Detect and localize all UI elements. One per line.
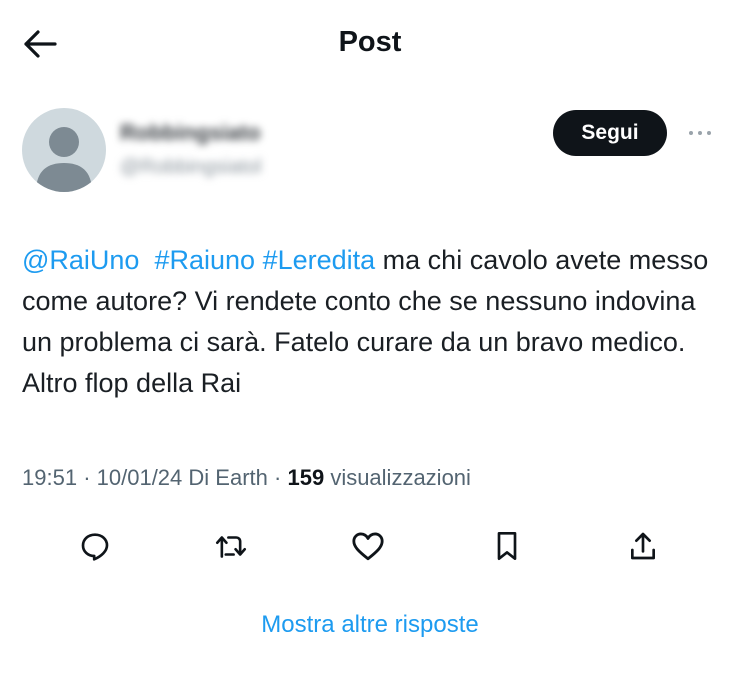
reply-icon: [81, 533, 109, 561]
avatar[interactable]: [22, 108, 106, 192]
tweet-meta: 19:51 · 10/01/24 Di Earth · 159 visualiz…: [22, 465, 471, 491]
more-horizontal-icon: [689, 131, 693, 135]
like-icon: [352, 532, 384, 561]
like-button[interactable]: [344, 522, 392, 570]
mention-link[interactable]: @RaiUno: [22, 245, 139, 275]
views-label[interactable]: visualizzazioni: [330, 465, 471, 490]
share-button[interactable]: [619, 522, 667, 570]
tweet-date[interactable]: 10/01/24: [97, 465, 183, 490]
reply-button[interactable]: [71, 522, 119, 570]
bookmark-button[interactable]: [483, 522, 531, 570]
author-info[interactable]: Robbingsiato @Robbingsiatol: [120, 118, 420, 188]
author-name: Robbingsiato: [120, 120, 261, 145]
hashtag-link[interactable]: #Raiuno: [154, 245, 255, 275]
meta-separator: ·: [83, 465, 91, 490]
default-avatar-icon: [36, 127, 92, 192]
tweet-source: Di Earth: [188, 465, 268, 490]
share-icon: [631, 532, 656, 560]
more-options-button[interactable]: [680, 116, 720, 150]
meta-separator: ·: [274, 465, 282, 490]
hashtag-link[interactable]: #Leredita: [263, 245, 376, 275]
top-bar: Post: [0, 0, 740, 90]
page-title: Post: [338, 26, 402, 58]
more-horizontal-icon: [707, 131, 711, 135]
follow-button[interactable]: Segui: [553, 110, 667, 156]
views-count[interactable]: 159: [287, 465, 324, 490]
tweet-time[interactable]: 19:51: [22, 465, 77, 490]
more-horizontal-icon: [698, 131, 702, 135]
author-handle: @Robbingsiatol: [120, 156, 262, 178]
tweet-text: @RaiUno #Raiuno #Leredita ma chi cavolo …: [22, 240, 722, 404]
bookmark-icon: [497, 532, 517, 560]
action-bar: [0, 522, 740, 570]
retweet-button[interactable]: [207, 522, 255, 570]
show-more-replies-link[interactable]: Mostra altre risposte: [0, 611, 740, 639]
retweet-icon: [215, 536, 247, 558]
